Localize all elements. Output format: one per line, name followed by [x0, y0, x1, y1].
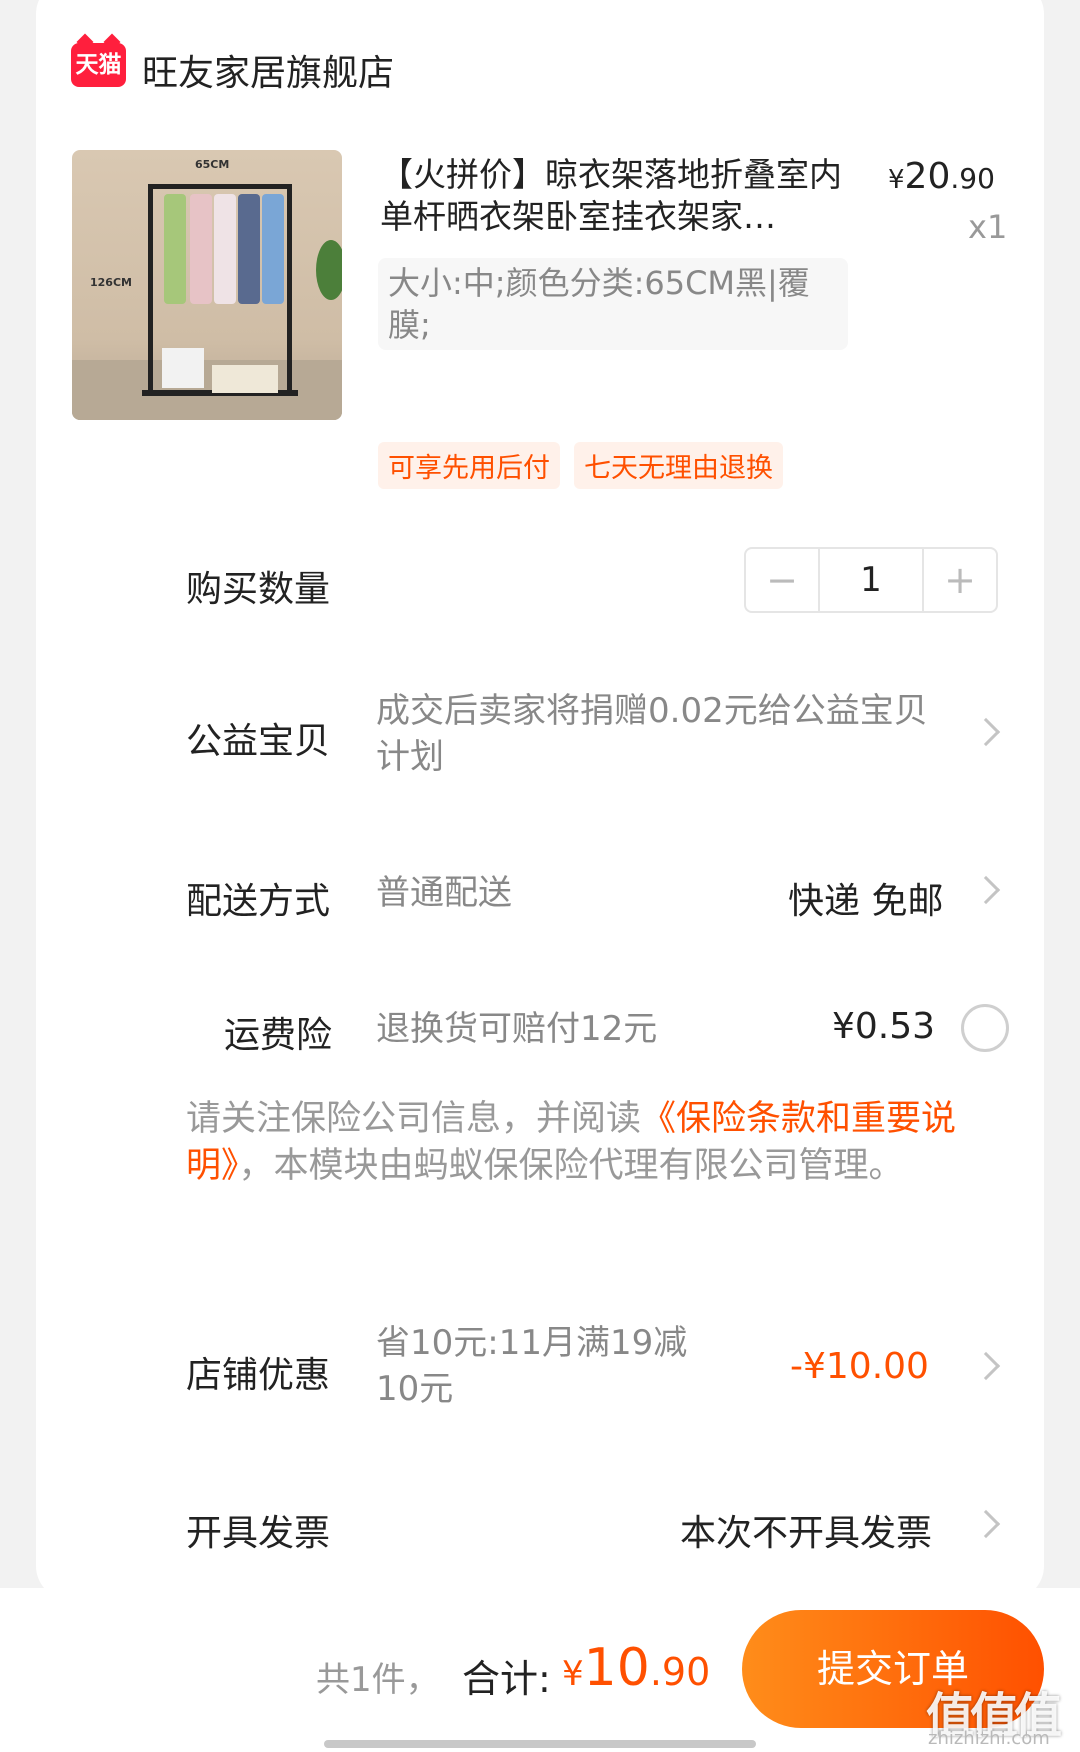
charity-value[interactable]: 成交后卖家将捐赠0.02元给公益宝贝计划: [376, 688, 936, 780]
product-sku[interactable]: 大小:中;颜色分类:65CM黑|覆膜;: [378, 258, 848, 350]
invoice-option[interactable]: 本次不开具发票: [680, 1504, 932, 1556]
discount-label: 店铺优惠: [186, 1355, 331, 1396]
insurance-value: 退换货可赔付12元: [376, 1009, 658, 1049]
plus-button[interactable]: +: [924, 549, 996, 611]
delivery-method[interactable]: 快递 免邮: [788, 872, 943, 924]
quantity-label: 购买数量: [186, 569, 331, 610]
insurance-price: ¥0.53: [832, 1006, 936, 1047]
discount-amount: -¥10.00: [790, 1346, 929, 1387]
insurance-notice: 请关注保险公司信息，并阅读《保险条款和重要说明》，本模块由蚂蚁保保险代理有限公司…: [186, 1099, 957, 1186]
tag-7day-return: 七天无理由退换: [574, 442, 783, 489]
product-height-label: 126CM: [90, 276, 132, 289]
quantity-stepper: − 1 +: [744, 547, 998, 613]
insurance-radio[interactable]: [961, 1004, 1009, 1052]
shop-name[interactable]: 旺友家居旗舰店: [142, 44, 394, 96]
tmall-logo: 天猫: [71, 33, 126, 87]
insurance-label: 运费险: [224, 1015, 333, 1056]
product-image[interactable]: 65CM 126CM: [72, 150, 342, 420]
invoice-label: 开具发票: [186, 1513, 331, 1554]
item-count: 共1件，: [316, 1660, 440, 1700]
discount-value[interactable]: 省10元:11月满19减10元: [376, 1320, 716, 1412]
product-title[interactable]: 【火拼价】晾衣架落地折叠室内单杆晒衣架卧室挂衣架家…: [380, 154, 850, 238]
service-tags: 可享先用后付 七天无理由退换: [378, 442, 783, 489]
total-label: 合计:: [462, 1657, 551, 1701]
tmall-logo-text: 天猫: [75, 52, 122, 78]
product-quantity: x1: [968, 208, 1008, 246]
product-width-label: 65CM: [195, 158, 230, 171]
minus-button[interactable]: −: [746, 549, 818, 611]
total-price: ¥10.90: [562, 1638, 711, 1698]
charity-label: 公益宝贝: [186, 721, 331, 762]
delivery-label: 配送方式: [186, 881, 331, 922]
watermark-url: zhizhizhi.com: [928, 1728, 1050, 1749]
delivery-value: 普通配送: [376, 873, 512, 913]
product-price: ¥20.90: [888, 156, 995, 197]
order-confirm-page: 天猫 旺友家居旗舰店 65CM 126CM 【火拼价】晾衣架落地折叠室内单杆晒衣…: [0, 0, 1080, 1752]
quantity-input[interactable]: 1: [818, 549, 924, 611]
tag-pay-later: 可享先用后付: [378, 442, 560, 489]
home-indicator[interactable]: [324, 1740, 756, 1748]
